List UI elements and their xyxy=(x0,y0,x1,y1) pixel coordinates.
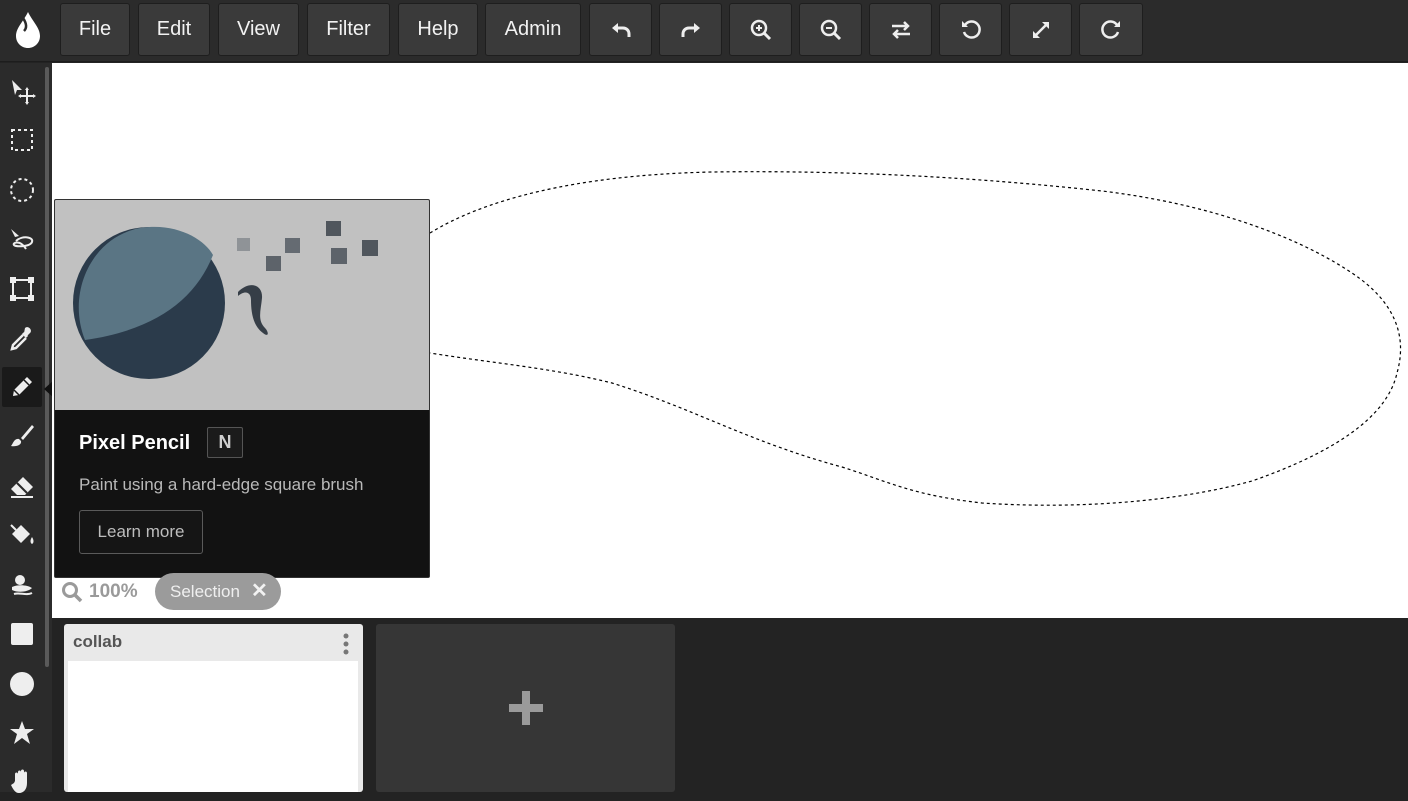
ellipse-select-icon xyxy=(10,178,34,202)
rotate-left-button[interactable] xyxy=(939,3,1002,56)
tooltip-title: Pixel Pencil xyxy=(79,432,191,454)
eyedropper-tool[interactable] xyxy=(2,318,42,358)
star-icon xyxy=(10,721,34,744)
smudge-tool[interactable] xyxy=(2,565,42,605)
layer-card[interactable]: collab xyxy=(64,624,363,792)
layers-panel: collab xyxy=(52,618,1408,792)
swap-icon xyxy=(891,20,910,39)
tool-preview-image xyxy=(55,200,429,410)
transform-icon xyxy=(10,277,34,301)
circle-icon xyxy=(10,672,34,696)
selection-chip-label: Selection xyxy=(170,581,240,601)
zoom-magnifier-icon[interactable] xyxy=(61,581,83,603)
zoom-in-button[interactable] xyxy=(729,3,792,56)
redo-icon xyxy=(681,22,700,37)
hand-tool[interactable] xyxy=(2,761,42,801)
fill-bucket-icon xyxy=(10,524,34,544)
filter-menu[interactable]: Filter xyxy=(307,3,390,56)
app-logo-icon[interactable] xyxy=(4,4,52,56)
redo-button[interactable] xyxy=(659,3,722,56)
move-tool[interactable] xyxy=(2,71,42,111)
lasso-tool[interactable] xyxy=(2,219,42,259)
rectangle-tool[interactable] xyxy=(2,614,42,654)
plus-icon xyxy=(508,691,543,725)
view-menu[interactable]: View xyxy=(218,3,299,56)
toolbox-scrollbar[interactable] xyxy=(45,67,49,667)
tool-tooltip: Pixel Pencil N Paint using a hard-edge s… xyxy=(54,199,430,578)
edit-menu[interactable]: Edit xyxy=(138,3,210,56)
rect-select-icon xyxy=(11,129,33,151)
layer-card-title: collab xyxy=(73,632,123,651)
pencil-icon xyxy=(13,377,32,396)
undo-icon xyxy=(611,22,630,37)
help-menu[interactable]: Help xyxy=(398,3,478,56)
zoom-out-button[interactable] xyxy=(799,3,862,56)
brush-icon xyxy=(11,425,34,447)
close-icon[interactable]: ✕ xyxy=(251,581,269,601)
selection-chip[interactable]: Selection ✕ xyxy=(155,573,281,610)
zoom-out-icon xyxy=(820,19,841,40)
brush-tool[interactable] xyxy=(2,416,42,456)
pencil-tool[interactable] xyxy=(2,367,42,407)
rectangle-icon xyxy=(11,623,33,645)
shortcut-key-badge: N xyxy=(207,427,243,458)
ellipse-select-tool[interactable] xyxy=(2,170,42,210)
zoom-in-icon xyxy=(750,19,771,40)
smudge-icon xyxy=(12,575,33,596)
move-tool-icon xyxy=(12,80,36,105)
undo-button[interactable] xyxy=(589,3,652,56)
circle-tool[interactable] xyxy=(2,664,42,704)
more-vertical-icon[interactable] xyxy=(341,632,351,656)
rotate-right-button[interactable] xyxy=(1079,3,1143,56)
hand-icon xyxy=(11,769,27,793)
learn-more-button[interactable]: Learn more xyxy=(79,510,203,554)
top-toolbar: File Edit View Filter Help Admin xyxy=(0,0,1408,62)
zoom-level[interactable]: 100% xyxy=(89,581,138,603)
eyedropper-icon xyxy=(10,327,31,351)
eraser-tool[interactable] xyxy=(2,466,42,506)
admin-menu[interactable]: Admin xyxy=(485,3,581,56)
file-menu[interactable]: File xyxy=(60,3,130,56)
lasso-icon xyxy=(11,229,34,250)
eraser-icon xyxy=(11,477,33,498)
toolbox xyxy=(0,63,54,793)
fill-bucket-tool[interactable] xyxy=(2,515,42,555)
rect-select-tool[interactable] xyxy=(2,120,42,160)
expand-icon xyxy=(1032,21,1049,38)
tooltip-description: Paint using a hard-edge square brush xyxy=(79,475,364,494)
expand-button[interactable] xyxy=(1009,3,1072,56)
layer-thumbnail xyxy=(68,661,358,792)
tooltip-body: Pixel Pencil N Paint using a hard-edge s… xyxy=(55,410,429,577)
rotate-left-icon xyxy=(961,19,981,39)
add-layer-button[interactable] xyxy=(376,624,675,792)
swap-button[interactable] xyxy=(869,3,932,56)
transform-tool[interactable] xyxy=(2,269,42,309)
star-tool[interactable] xyxy=(2,713,42,753)
rotate-right-icon xyxy=(1101,19,1120,39)
